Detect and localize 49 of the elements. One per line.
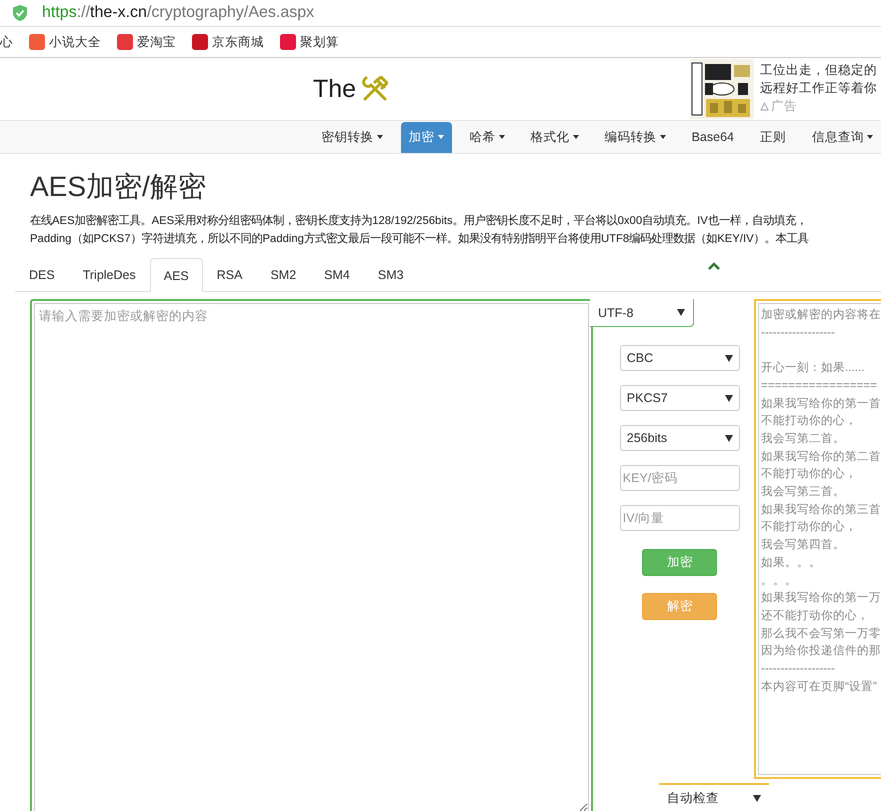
dropdown-arrow-icon: [677, 309, 685, 316]
nav-menu-item[interactable]: Base64: [684, 122, 742, 152]
text-input[interactable]: IV/向量: [620, 505, 740, 531]
nav-menu-item[interactable]: 编码转换: [596, 122, 674, 152]
algorithm-tab[interactable]: SM3: [364, 258, 418, 291]
site-logo-text[interactable]: The: [313, 74, 356, 104]
input-textarea[interactable]: 请输入需要加密或解密的内容: [34, 303, 589, 811]
algorithm-tab[interactable]: DES: [15, 258, 69, 291]
description-text: Padding（如PCKS7）字符进填充，所以不同的Padding方式密文最后一段可能不一样。如果没有特别指明平台将使用UTF8编码处理数据（如KEY/IV）。本工具: [30, 231, 810, 247]
bookmark-link[interactable]: 小说大全: [49, 34, 101, 50]
bookmark-link[interactable]: 聚划算: [300, 34, 339, 50]
encoding-select[interactable]: UTF-8: [590, 299, 694, 327]
bookmark-icon: [29, 34, 45, 50]
algorithm-tab[interactable]: AES: [150, 258, 203, 292]
address-url[interactable]: https://the-x.cn/cryptography/Aes.aspx: [42, 4, 314, 22]
bookmark-icon: [192, 34, 208, 50]
algorithm-tab[interactable]: SM2: [256, 258, 310, 291]
bookmark-icon: [117, 34, 133, 50]
nav-menu-item[interactable]: 加密: [400, 122, 452, 152]
bookmark-link[interactable]: 爱淘宝: [137, 34, 176, 50]
nav-menu-item[interactable]: 格式化: [522, 122, 587, 152]
dropdown-arrow-icon: [724, 434, 733, 442]
dropdown-arrow-icon: [724, 354, 733, 362]
option-select[interactable]: 256bits: [620, 425, 740, 451]
ad-mark-icon: [760, 102, 769, 110]
ad-label: 广告: [771, 98, 797, 115]
nav-menu-item[interactable]: 信息查询: [804, 122, 881, 152]
option-select[interactable]: PKCS7: [620, 385, 740, 411]
secure-shield-icon: [12, 4, 28, 22]
algorithm-tab[interactable]: SM4: [310, 258, 364, 291]
nav-menu-item[interactable]: 正则: [752, 122, 794, 152]
dropdown-arrow-icon: [724, 394, 733, 402]
nav-menu-item[interactable]: 密钥转换: [314, 122, 391, 152]
dropdown-arrow-icon: [753, 795, 761, 802]
nav-menu-item[interactable]: 哈希: [462, 122, 513, 152]
collapse-chevron-icon[interactable]: [708, 262, 720, 270]
ad-text[interactable]: 远程好工作正等着你: [760, 79, 877, 97]
page-title: AES加密/解密: [30, 170, 207, 204]
bookmark-link[interactable]: 心: [0, 34, 13, 50]
tools-icon: [362, 76, 388, 102]
text-input[interactable]: KEY/密码: [620, 465, 740, 491]
bookmark-icon: [280, 34, 296, 50]
output-textarea[interactable]: 加密或解密的内容将在 ------------------- 开心一刻：如果...... ================= 如果我写给你的第一首 不能打动你的心， 我会写第二首。 如果我写给你的第二首 不能打动你的心， 我会写第三首。 如果我写给你的第三首 不能打动你的心， 我会写第四首。 如果。。。 。。。 如果我写给你的第一万 还不能打动你的心， 那么我不会写第一万零 因为给你投递信件的那 ------------------- 本内容可在页脚“设置”: [758, 303, 881, 775]
bookmark-link[interactable]: 京东商城: [212, 34, 264, 50]
ad-text[interactable]: 工位出走，但稳定的: [760, 61, 877, 79]
algorithm-tab[interactable]: TripleDes: [68, 258, 150, 291]
option-select[interactable]: CBC: [620, 345, 740, 371]
description-text: 在线AES加密解密工具。AES采用对称分组密码体制，密钥长度支持为128/192/256bits。用户密钥长度不足时，平台将以0x00自动填充。IV也一样，自动填充，: [30, 213, 808, 229]
algorithm-tab[interactable]: RSA: [202, 258, 256, 291]
